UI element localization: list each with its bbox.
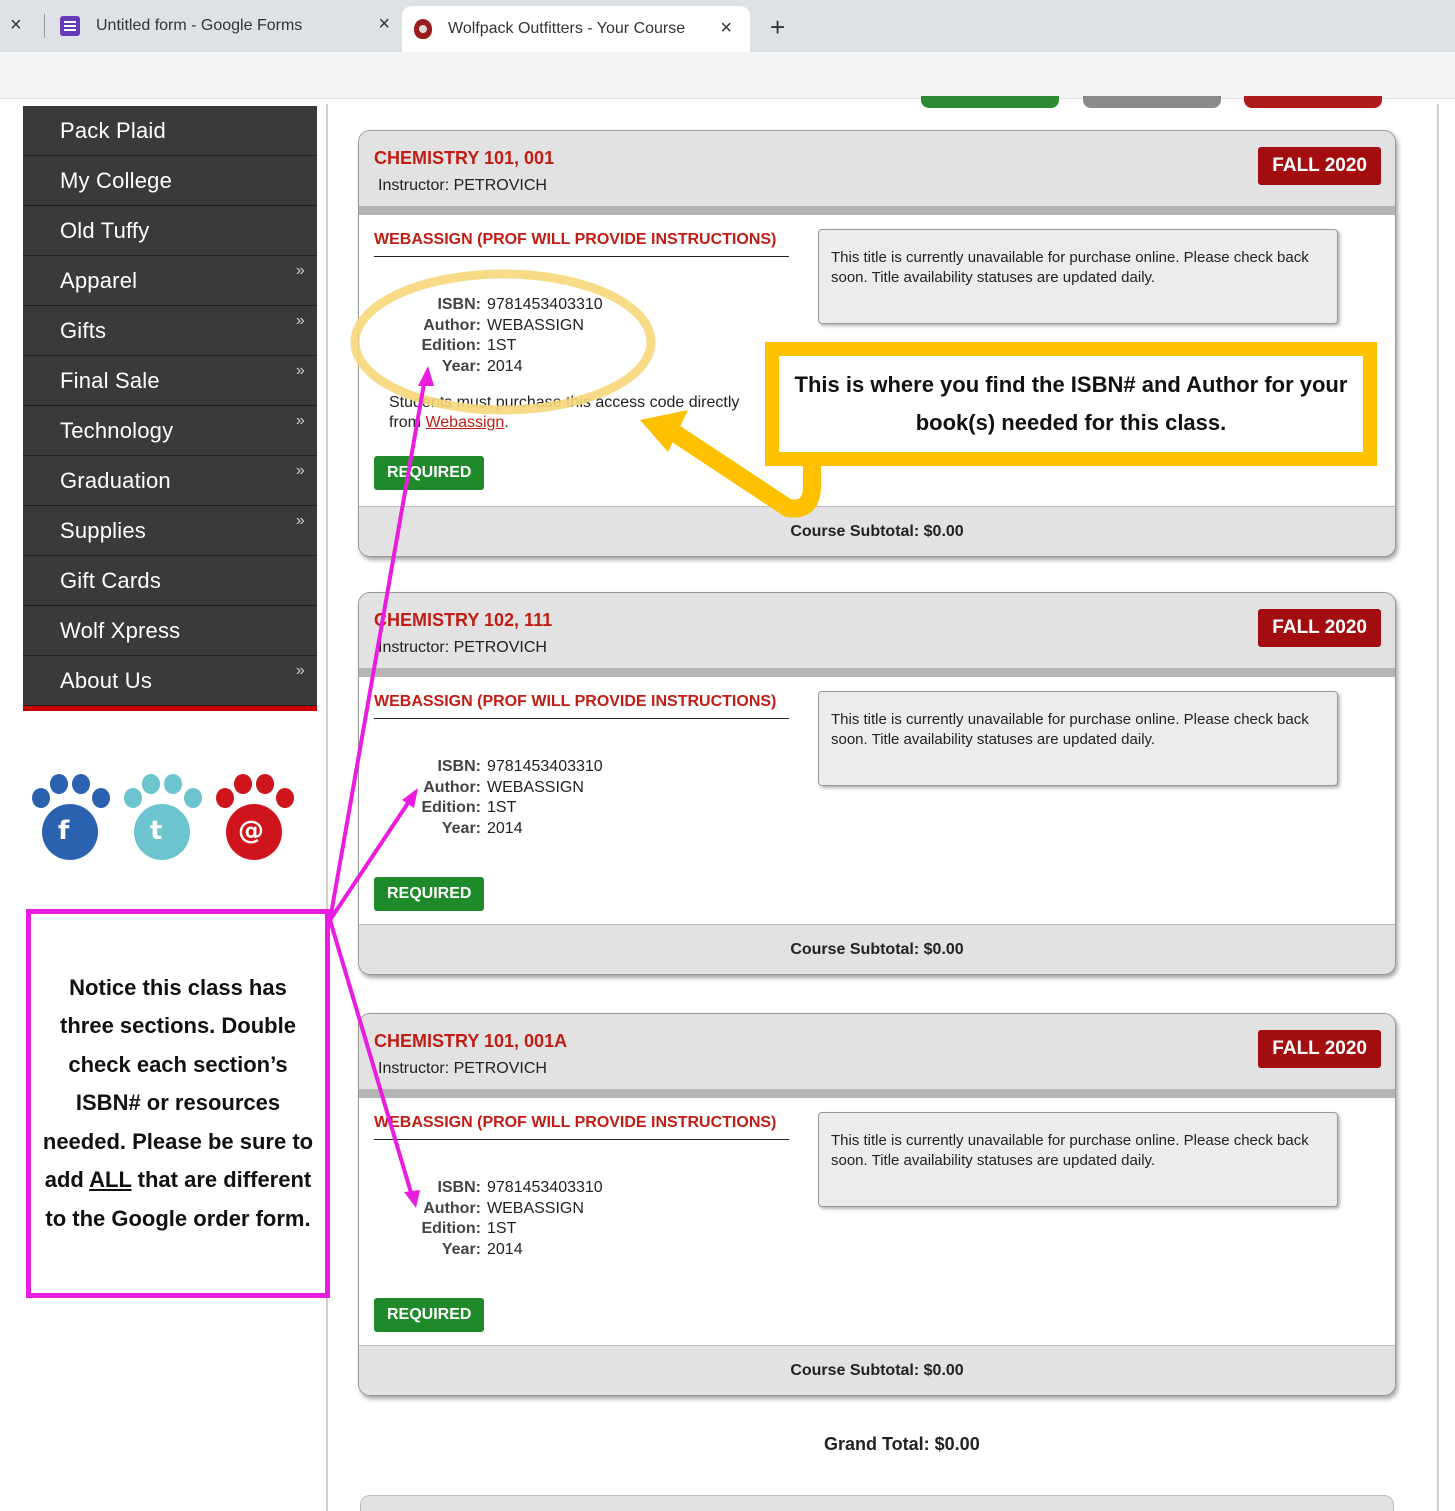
- isbn-callout: This is where you find the ISBN# and Aut…: [765, 342, 1377, 466]
- sections-callout-text: Notice this class has three sections. Do…: [41, 969, 315, 1239]
- pink-arrowhead: [404, 1190, 420, 1208]
- callout-text-part: Notice this class has three sections. Do…: [42, 974, 314, 1193]
- isbn-highlight-ellipse: [350, 269, 656, 415]
- pink-arrow-line: [328, 377, 427, 921]
- isbn-callout-text: This is where you find the ISBN# and Aut…: [794, 372, 1348, 435]
- pink-arrowhead: [418, 366, 434, 386]
- callout-emphasis: ALL: [89, 1167, 132, 1193]
- sections-callout: Notice this class has three sections. Do…: [26, 909, 330, 1298]
- pink-arrows: [328, 366, 434, 1208]
- pink-arrow-line: [328, 919, 414, 1197]
